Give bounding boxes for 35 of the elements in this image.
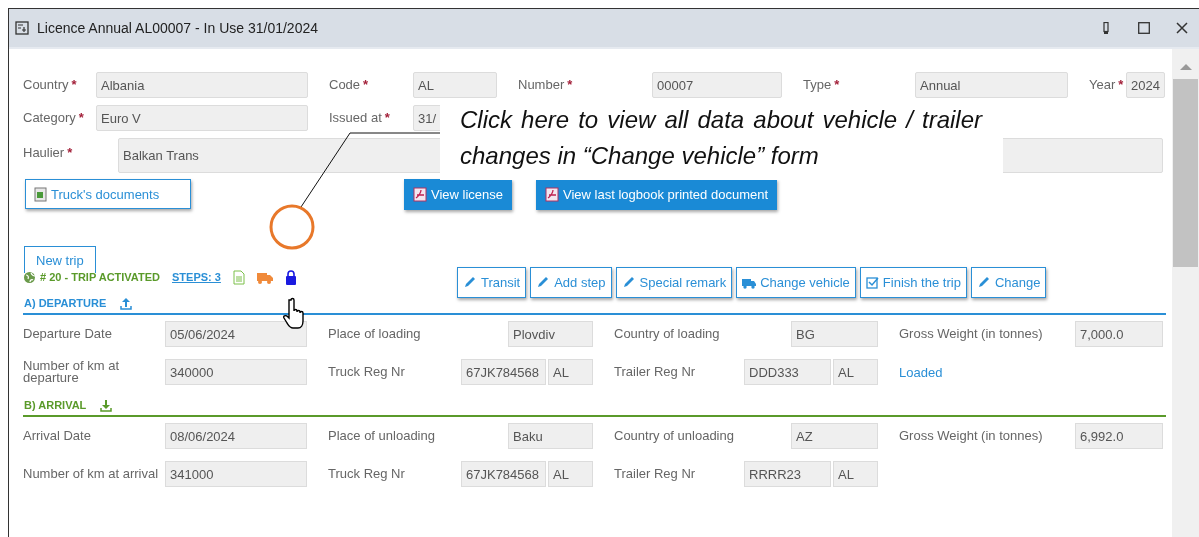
- field-label: Country of loading: [614, 327, 720, 341]
- field-label: Trailer Reg Nr: [614, 365, 696, 379]
- required-mark: *: [67, 145, 73, 160]
- required-mark: *: [78, 110, 84, 125]
- section-title: B) ARRIVAL: [24, 399, 87, 411]
- field-label: Category: [23, 110, 76, 125]
- field-label: Year: [1089, 77, 1116, 92]
- required-mark: *: [834, 77, 840, 92]
- field-label: Number of km at arrival: [23, 467, 159, 481]
- field-label: Truck Reg Nr: [328, 365, 405, 379]
- required-mark: *: [363, 77, 369, 92]
- trip-status: # 20 - TRIP ACTIVATED: [40, 271, 160, 283]
- field-label: Type: [803, 77, 832, 92]
- required-mark: *: [384, 110, 390, 125]
- field-label: Number: [518, 77, 565, 92]
- field-label: Arrival Date: [23, 429, 91, 443]
- required-mark: *: [567, 77, 573, 92]
- field-label: Gross Weight (in tonnes): [899, 327, 1043, 341]
- field-label: Country: [23, 77, 69, 92]
- field-label: Code: [329, 77, 361, 92]
- field-label: Truck Reg Nr: [328, 467, 405, 481]
- field-label: Gross Weight (in tonnes): [899, 429, 1043, 443]
- required-mark: *: [71, 77, 77, 92]
- field-label: Number of km at departure: [23, 359, 121, 385]
- section-title: A) DEPARTURE: [24, 297, 107, 309]
- status-text: Loaded: [899, 364, 943, 380]
- field-label: Issued at: [329, 110, 382, 125]
- required-mark: *: [1118, 77, 1124, 92]
- field-label: Haulier: [23, 145, 65, 160]
- field-label: Country of unloading: [614, 429, 734, 443]
- window-title: Licence Annual AL00007 - In Use 31/01/2024: [37, 20, 319, 36]
- field-label: Trailer Reg Nr: [614, 467, 696, 481]
- field-label: Departure Date: [23, 327, 112, 341]
- field-label: Place of loading: [328, 327, 421, 341]
- field-label: Place of unloading: [328, 429, 435, 443]
